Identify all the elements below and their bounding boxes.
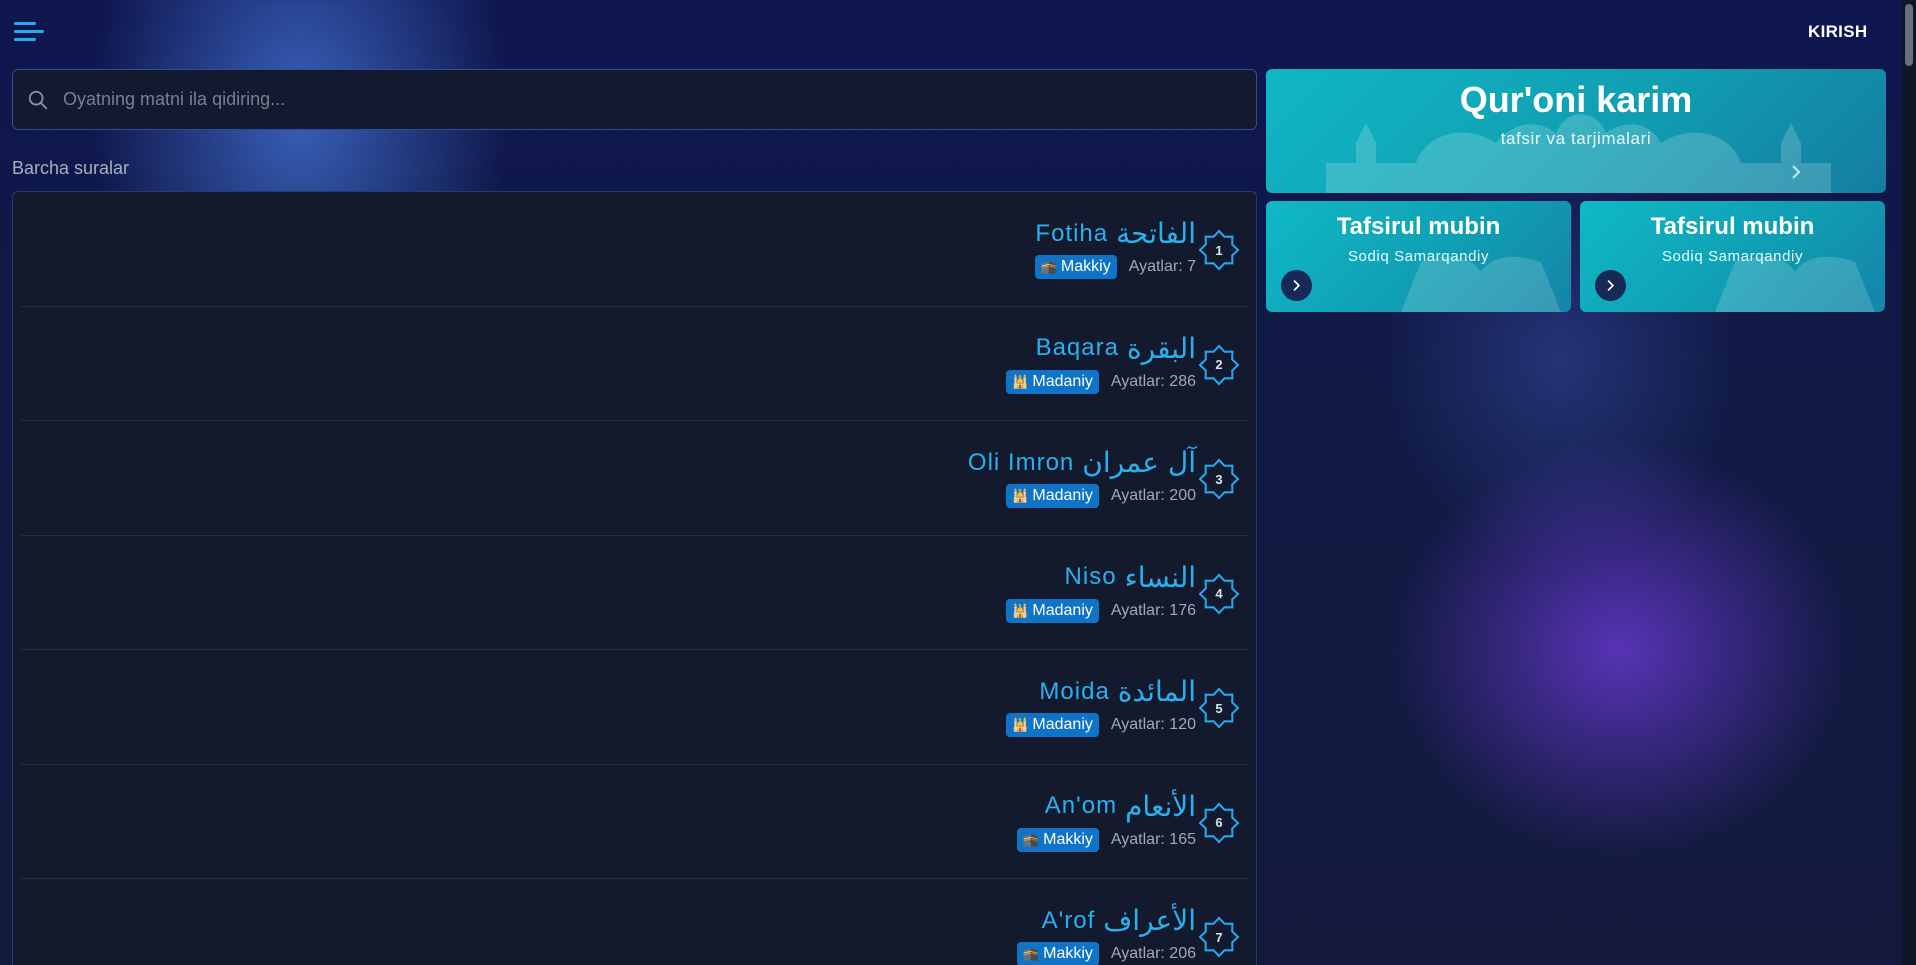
surah-arabic-name: آل عمران bbox=[1082, 446, 1196, 479]
kaaba-icon: 🕋 bbox=[1022, 946, 1040, 961]
surah-latin-name: Fotiha bbox=[1035, 219, 1109, 247]
surah-number: 5 bbox=[1215, 700, 1223, 716]
hero-title: Qur'oni karim bbox=[1459, 79, 1693, 120]
page-scrollbar[interactable] bbox=[1902, 0, 1916, 965]
revelation-badge: 🕌 Madaniy bbox=[1006, 713, 1099, 737]
surah-latin-name: Oli Imron bbox=[967, 448, 1075, 476]
ayat-count: Ayatlar: 165 bbox=[1110, 830, 1196, 848]
mosque-icon: 🕌 bbox=[1012, 488, 1029, 503]
surah-latin-name: An'om bbox=[1044, 792, 1118, 819]
ayat-count: Ayatlar: 120 bbox=[1110, 716, 1196, 733]
search-bar[interactable] bbox=[12, 69, 1257, 130]
surah-latin-name: Moida bbox=[1039, 677, 1110, 705]
scrollbar-thumb[interactable] bbox=[1905, 4, 1913, 66]
surah-number: 3 bbox=[1215, 471, 1223, 487]
kaaba-icon: 🕋 bbox=[1040, 259, 1057, 274]
card-title: Tafsirul mubin bbox=[1336, 213, 1501, 240]
surah-row[interactable]: Moida المائدة 🕌 Madaniy Ayatlar: 120 5 bbox=[21, 650, 1248, 765]
card-title: Tafsirul mubin bbox=[1650, 213, 1815, 240]
revelation-badge: 🕌 Madaniy bbox=[1006, 484, 1099, 508]
quran-hero-card[interactable]: Qur'oni karim tafsir va tarjimalari bbox=[1266, 69, 1886, 193]
ayat-count: Ayatlar: 7 bbox=[1128, 258, 1196, 275]
surah-latin-name: Niso bbox=[1064, 563, 1117, 590]
card-open-button[interactable] bbox=[1595, 270, 1626, 301]
mosque-icon: 🕌 bbox=[1012, 602, 1029, 618]
surah-number: 2 bbox=[1215, 357, 1223, 372]
menu-icon[interactable] bbox=[14, 22, 46, 42]
surah-list: Fotiha الفاتحة 🕋 Makkiy Ayatlar: 7 1 Baqa… bbox=[12, 191, 1257, 965]
surah-row[interactable]: Fotiha الفاتحة 🕋 Makkiy Ayatlar: 7 1 bbox=[21, 192, 1248, 307]
revelation-badge: 🕌 Madaniy bbox=[1006, 369, 1099, 394]
surah-arabic-name: البقرة bbox=[1126, 331, 1196, 365]
chevron-right-icon bbox=[1607, 280, 1615, 291]
tafsir-card[interactable]: Tafsirul mubin Sodiq Samarqandiy bbox=[1580, 201, 1885, 312]
surah-number: 1 bbox=[1215, 242, 1223, 258]
surah-number: 7 bbox=[1215, 929, 1223, 945]
revelation-badge: 🕋 Makkiy bbox=[1016, 942, 1099, 965]
revelation-badge: 🕌 Madaniy bbox=[1006, 598, 1099, 623]
login-button[interactable]: KIRISH bbox=[1808, 22, 1867, 42]
surah-latin-name: Baqara bbox=[1035, 334, 1119, 361]
surah-arabic-name: الأنعام bbox=[1125, 789, 1196, 823]
chevron-right-icon bbox=[1293, 280, 1301, 291]
ayat-count: Ayatlar: 286 bbox=[1110, 372, 1196, 390]
surah-arabic-name: الفاتحة bbox=[1116, 217, 1196, 250]
revelation-badge: 🕋 Makkiy bbox=[1016, 827, 1099, 852]
hero-subtitle: tafsir va tarjimalari bbox=[1500, 129, 1652, 148]
surah-row[interactable]: Baqara البقرة 🕌 Madaniy Ayatlar: 286 2 bbox=[21, 307, 1248, 421]
surah-row[interactable]: A'rof الأعراف 🕋 Makkiy Ayatlar: 206 7 bbox=[21, 879, 1248, 965]
ayat-count: Ayatlar: 206 bbox=[1110, 945, 1196, 962]
section-title: Barcha suralar bbox=[12, 158, 130, 178]
surah-latin-name: A'rof bbox=[1041, 906, 1096, 934]
card-subtitle: Sodiq Samarqandiy bbox=[1347, 248, 1490, 265]
kaaba-icon: 🕋 bbox=[1022, 831, 1040, 847]
surah-arabic-name: النساء bbox=[1124, 560, 1196, 594]
surah-number: 6 bbox=[1215, 815, 1223, 830]
ayat-count: Ayatlar: 176 bbox=[1110, 601, 1196, 619]
mosque-icon: 🕌 bbox=[1012, 717, 1029, 732]
surah-arabic-name: المائدة bbox=[1117, 675, 1196, 708]
search-icon bbox=[28, 90, 48, 109]
chevron-right-icon[interactable] bbox=[1788, 164, 1804, 180]
mosque-icon: 🕌 bbox=[1012, 373, 1029, 389]
surah-row[interactable]: An'om الأنعام 🕋 Makkiy Ayatlar: 165 6 bbox=[21, 765, 1248, 879]
card-subtitle: Sodiq Samarqandiy bbox=[1661, 248, 1804, 265]
surah-number: 4 bbox=[1215, 586, 1223, 601]
surah-row[interactable]: Niso النساء 🕌 Madaniy Ayatlar: 176 4 bbox=[21, 536, 1248, 650]
surah-arabic-name: الأعراف bbox=[1103, 904, 1196, 937]
search-input[interactable] bbox=[63, 89, 1256, 110]
revelation-badge: 🕋 Makkiy bbox=[1034, 255, 1117, 279]
surah-row[interactable]: Oli Imron آل عمران 🕌 Madaniy Ayatlar: 200… bbox=[21, 421, 1248, 536]
ayat-count: Ayatlar: 200 bbox=[1110, 487, 1196, 504]
tafsir-card[interactable]: Tafsirul mubin Sodiq Samarqandiy bbox=[1266, 201, 1571, 312]
card-open-button[interactable] bbox=[1281, 270, 1312, 301]
